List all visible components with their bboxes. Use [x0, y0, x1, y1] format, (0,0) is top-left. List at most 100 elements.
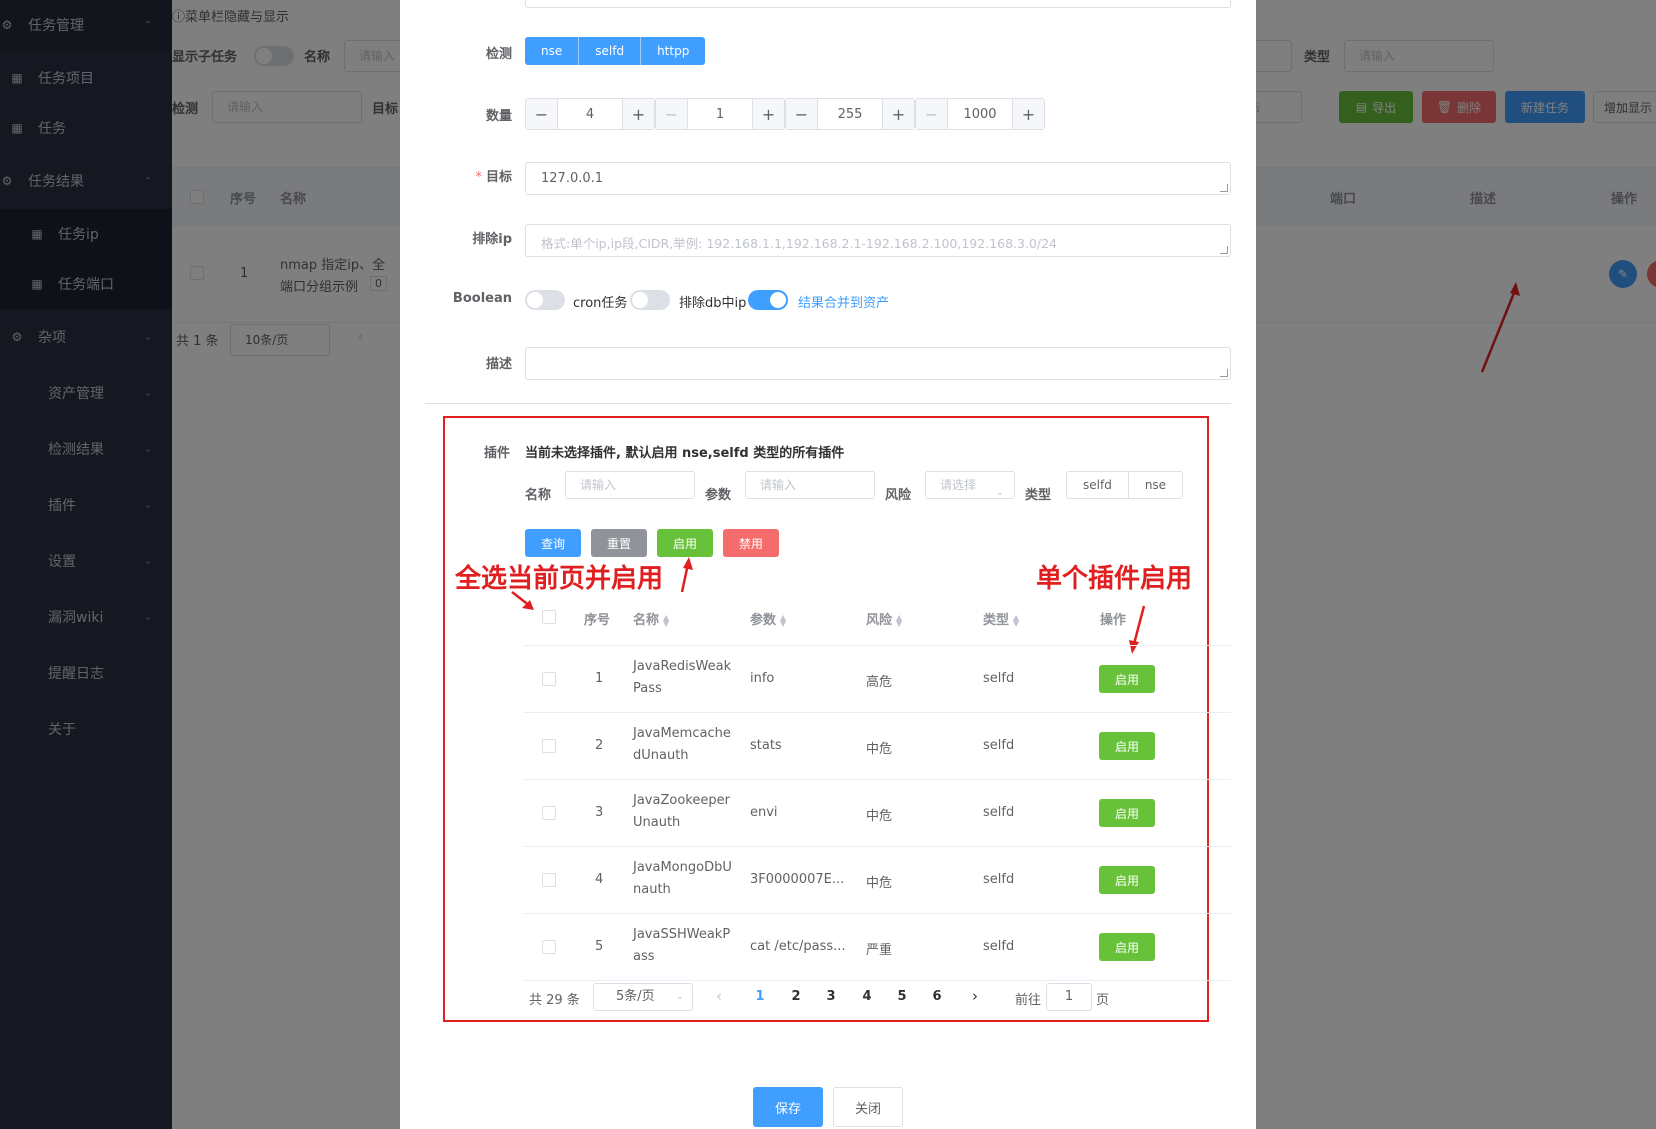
sort-icon[interactable]: ▲ ▼ — [896, 613, 902, 627]
plugin-label: 插件 — [484, 446, 511, 461]
boolean-label: Boolean — [452, 291, 512, 306]
exclude-db-switch[interactable] — [748, 290, 788, 310]
row-enable-button[interactable]: 启用 — [1099, 665, 1155, 693]
annotation-single-enable: 单个插件启用 — [1036, 564, 1193, 594]
increment-button[interactable]: + — [1012, 99, 1044, 129]
goto-page-input[interactable]: 1 — [1046, 983, 1092, 1011]
prev-page-icon[interactable]: ‹ — [716, 987, 722, 1005]
row-name: JavaRedisWeakPass — [633, 659, 732, 696]
row-param: 3F0000007E... — [750, 872, 845, 887]
exclude-ip-label: 排除ip — [472, 232, 512, 247]
sort-icon[interactable]: ▲ ▼ — [663, 613, 669, 627]
col-param[interactable]: 参数 ▲ ▼ — [750, 609, 786, 628]
exclude-ip-textarea[interactable]: 格式:单个ip,ip段,CIDR,举例: 192.168.1.1,192.168… — [525, 224, 1231, 257]
col-seq: 序号 — [584, 613, 611, 628]
page-1[interactable]: 1 — [750, 989, 770, 1004]
target-textarea[interactable]: 127.0.0.1 — [525, 162, 1231, 195]
count-value-2[interactable]: 1 — [688, 99, 752, 129]
chevron-down-icon: ⌄ — [675, 991, 684, 1002]
col-risk[interactable]: 风险 ▲ ▼ — [866, 609, 902, 628]
detect-label: 检测 — [485, 47, 512, 62]
row-enable-button[interactable]: 启用 — [1099, 799, 1155, 827]
col-name[interactable]: 名称 ▲ ▼ — [633, 609, 669, 628]
decrement-button[interactable]: − — [786, 99, 818, 129]
disable-all-button[interactable]: 禁用 — [723, 529, 779, 557]
row-type: selfd — [983, 872, 1015, 887]
row-name: JavaMemcachedUnauth — [633, 726, 731, 763]
increment-button[interactable]: + — [752, 99, 784, 129]
row-checkbox[interactable] — [542, 806, 556, 820]
row-risk: 高危 — [866, 675, 893, 690]
row-enable-button[interactable]: 启用 — [1099, 732, 1155, 760]
detect-nse-button[interactable]: nse — [525, 37, 580, 65]
row-risk: 严重 — [866, 943, 893, 958]
boolean-switch[interactable] — [525, 290, 565, 310]
plugin-risk-select[interactable]: 请选择 ⌄ — [925, 471, 1015, 499]
row-enable-button[interactable]: 启用 — [1099, 933, 1155, 961]
sort-icon[interactable]: ▲ ▼ — [780, 613, 786, 627]
plugin-risk-label: 风险 — [885, 488, 912, 503]
plugin-param-input[interactable]: 请输入 — [745, 471, 875, 499]
decrement-button[interactable]: − — [656, 99, 688, 129]
increment-button[interactable]: + — [622, 99, 654, 129]
count-label: 数量 — [485, 109, 512, 124]
decrement-button[interactable]: − — [526, 99, 558, 129]
row-risk: 中危 — [866, 742, 893, 757]
plugin-name-input[interactable]: 请输入 — [565, 471, 695, 499]
row-type: selfd — [983, 671, 1015, 686]
plugin-page-size-select[interactable]: 5条/页 ⌄ — [593, 983, 693, 1011]
form-divider — [425, 403, 1231, 404]
query-button[interactable]: 查询 — [525, 529, 581, 557]
select-all-checkbox[interactable] — [542, 610, 556, 624]
merge-assets-label[interactable]: 结果合并到资产 — [798, 292, 889, 311]
plugin-type-nse[interactable]: nse — [1127, 472, 1182, 498]
count-stepper-3: − 255 + — [785, 98, 915, 130]
count-value-1[interactable]: 4 — [558, 99, 622, 129]
row-checkbox[interactable] — [542, 672, 556, 686]
page-3[interactable]: 3 — [821, 989, 841, 1004]
page-5[interactable]: 5 — [892, 989, 912, 1004]
row-enable-button[interactable]: 启用 — [1099, 866, 1155, 894]
row-seq: 2 — [595, 738, 604, 753]
page-4[interactable]: 4 — [857, 989, 877, 1004]
close-button[interactable]: 关闭 — [833, 1087, 903, 1127]
top-field-partial[interactable] — [525, 0, 1231, 8]
row-type: selfd — [983, 939, 1015, 954]
count-value-4[interactable]: 1000 — [948, 99, 1012, 129]
row-seq: 4 — [595, 872, 604, 887]
row-name: JavaZookeeperUnauth — [633, 793, 730, 830]
decrement-button[interactable]: − — [916, 99, 948, 129]
row-checkbox[interactable] — [542, 940, 556, 954]
annotation-arrow-checkbox — [511, 591, 534, 610]
row-divider — [524, 846, 1231, 847]
annotation-arrow-enable — [680, 557, 693, 593]
page-2[interactable]: 2 — [786, 989, 806, 1004]
exclude-db-label: 排除db中ip — [679, 296, 747, 311]
row-param: info — [750, 671, 775, 686]
row-seq: 5 — [595, 939, 604, 954]
detect-httpp-button[interactable]: httpp — [641, 37, 706, 65]
reset-button[interactable]: 重置 — [591, 529, 647, 557]
desc-label: 描述 — [485, 357, 512, 372]
desc-textarea[interactable] — [525, 347, 1231, 380]
page-6[interactable]: 6 — [927, 989, 947, 1004]
plugin-name-label: 名称 — [525, 488, 552, 503]
row-type: selfd — [983, 805, 1015, 820]
annotation-arrow-row-enable — [1129, 605, 1146, 654]
save-button[interactable]: 保存 — [753, 1087, 823, 1127]
cron-label: cron任务 — [573, 296, 628, 311]
row-checkbox[interactable] — [542, 739, 556, 753]
row-param: cat /etc/pass... — [750, 939, 846, 954]
sort-icon[interactable]: ▲ ▼ — [1013, 613, 1019, 627]
plugin-type-selfd[interactable]: selfd — [1067, 472, 1128, 498]
col-type[interactable]: 类型 ▲ ▼ — [983, 609, 1019, 628]
enable-all-button[interactable]: 启用 — [657, 529, 713, 557]
col-op: 操作 — [1100, 613, 1127, 628]
increment-button[interactable]: + — [882, 99, 914, 129]
cron-switch[interactable] — [630, 290, 670, 310]
plugin-total: 共 29 条 — [529, 993, 580, 1008]
row-checkbox[interactable] — [542, 873, 556, 887]
next-page-icon[interactable]: › — [972, 987, 978, 1005]
detect-selfd-button[interactable]: selfd — [579, 37, 642, 65]
count-value-3[interactable]: 255 — [818, 99, 882, 129]
